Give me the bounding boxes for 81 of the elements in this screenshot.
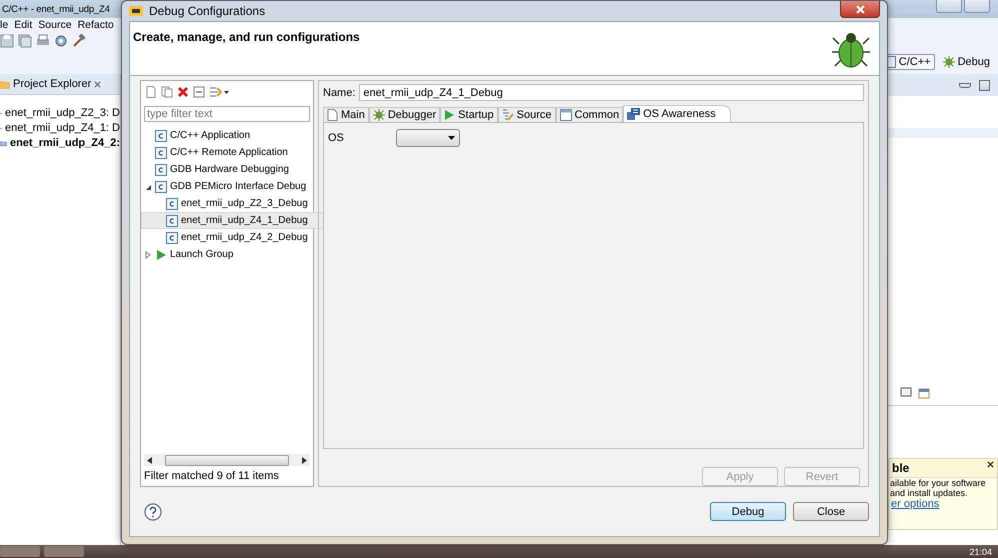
calendar-icon[interactable] [918, 387, 930, 399]
config-file-icon [166, 232, 178, 244]
minimize-view-icon[interactable] [959, 82, 971, 88]
menu-item[interactable]: Refacto [78, 19, 114, 31]
options-link[interactable]: er options [889, 498, 997, 510]
print-icon[interactable] [36, 34, 50, 48]
config-file-icon [155, 164, 167, 176]
os-dropdown[interactable] [396, 129, 460, 147]
tree-item[interactable]: C/C++ Remote Application [141, 144, 316, 161]
scroll-right-icon[interactable] [302, 456, 307, 464]
os-label: OS [328, 132, 345, 144]
project-item[interactable]: enet_rmii_udp_Z2_3: D [5, 107, 120, 119]
dropdown-arrow-icon [448, 136, 455, 140]
menu-item[interactable]: le [0, 19, 8, 31]
config-file-icon [155, 146, 167, 158]
collapse-all-icon[interactable] [193, 86, 205, 98]
close-icon[interactable] [987, 461, 994, 468]
document-icon [327, 109, 338, 121]
close-dialog-button[interactable]: Close [793, 502, 869, 521]
tab[interactable]: Debugger [368, 107, 440, 122]
window-icon [560, 109, 572, 121]
project-item[interactable]: enet_rmii_udp_Z4_2: [10, 137, 120, 149]
horizontal-scrollbar[interactable] [144, 454, 310, 466]
clock: 21:04 [969, 546, 992, 556]
debug-button[interactable]: Debug [710, 502, 786, 521]
save-icon[interactable] [0, 34, 14, 48]
tree-item[interactable]: C/C++ Application [141, 127, 316, 144]
config-file-icon [166, 214, 178, 226]
menu-item[interactable]: Edit [14, 19, 32, 31]
tree-item[interactable]: enet_rmii_udp_Z4_2_Debug [141, 229, 327, 246]
maximize-button[interactable] [964, 0, 990, 13]
close-icon [856, 4, 864, 14]
tab[interactable]: Source [498, 107, 556, 122]
tree-item[interactable]: enet_rmii_udp_Z2_3_Debug [141, 195, 327, 212]
name-label: Name: [323, 86, 356, 98]
expand-arrow-icon[interactable] [144, 250, 152, 258]
collapse-arrow-icon[interactable] [144, 182, 152, 190]
gear-icon[interactable] [54, 34, 68, 48]
close-button[interactable] [840, 1, 880, 18]
play-icon [444, 109, 456, 121]
bug-icon [942, 56, 955, 68]
bug-icon [372, 109, 385, 121]
notification-text: and install updates. [889, 488, 969, 498]
tab[interactable]: OS Awareness [623, 105, 731, 122]
filter-field[interactable]: type filter text [144, 106, 310, 122]
help-icon[interactable] [144, 502, 162, 520]
window-title: C/C++ - enet_rmii_udp_Z4 [2, 4, 110, 14]
source-icon [502, 109, 514, 121]
config-file-icon [166, 198, 178, 210]
folder-icon [0, 79, 10, 89]
notification-text: ailable for your software [889, 478, 987, 488]
notification-title: ble [892, 461, 910, 475]
tab[interactable]: Common [556, 107, 624, 122]
app-icon [129, 6, 143, 16]
dialog-title: Debug Configurations [149, 4, 266, 18]
scroll-left-icon[interactable] [147, 456, 152, 464]
tab[interactable]: Startup [440, 107, 498, 122]
maximize-view-icon[interactable] [979, 80, 990, 90]
config-file-icon [155, 180, 167, 192]
os-icon [627, 108, 640, 120]
delete-icon[interactable] [177, 86, 189, 98]
duplicate-icon[interactable] [161, 86, 173, 98]
filter-status: Filter matched 9 of 11 items [143, 469, 280, 484]
menu-item[interactable]: Source [38, 19, 72, 31]
name-field[interactable]: enet_rmii_udp_Z4_1_Debug [359, 84, 864, 101]
monitor-icon[interactable] [900, 387, 912, 399]
play-icon [155, 248, 167, 260]
hammer-icon[interactable] [72, 34, 86, 48]
tree-item[interactable]: GDB PEMicro Interface Debug [141, 178, 316, 195]
project-item[interactable]: enet_rmii_udp_Z4_1: D [5, 122, 120, 134]
perspective-button[interactable]: Debug [938, 54, 994, 70]
new-config-icon[interactable] [145, 86, 157, 98]
config-file-icon [155, 130, 167, 142]
bug-icon [831, 30, 871, 70]
minimize-button[interactable] [936, 0, 962, 13]
tab[interactable]: Main [323, 107, 369, 122]
tree-item[interactable]: GDB Hardware Debugging [141, 161, 316, 178]
tree-item[interactable]: Launch Group [141, 246, 316, 263]
filter-icon[interactable] [209, 86, 229, 98]
dialog-heading: Create, manage, and run configurations [133, 30, 360, 46]
save-all-icon[interactable] [18, 34, 32, 48]
